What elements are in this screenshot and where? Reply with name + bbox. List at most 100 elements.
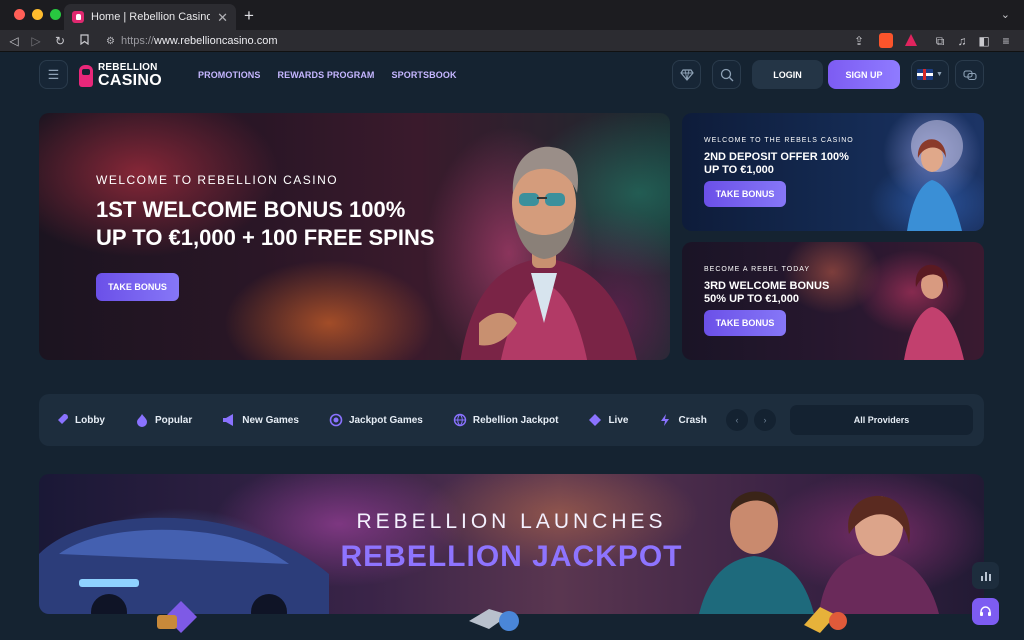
browser-tab-active[interactable]: Home | Rebellion Casino ✕ — [64, 4, 236, 30]
diamond-icon — [679, 68, 694, 81]
signup-button[interactable]: SIGN UP — [828, 60, 900, 89]
brave-shields-icon[interactable] — [879, 33, 893, 48]
promo-woman2-illustration — [904, 264, 964, 360]
promo1-take-bonus-button[interactable]: TAKE BONUS — [704, 181, 786, 207]
rocket-icon — [55, 413, 69, 427]
category-scroll-right-button[interactable]: › — [754, 409, 776, 431]
hero-title-line1: 1ST WELCOME BONUS 100% — [96, 197, 406, 222]
browser-toolbar: ◁ ▷ ↻ ⚙ https:// www.rebellioncasino.com… — [0, 30, 1024, 52]
media-icon[interactable]: ♫ — [954, 33, 970, 49]
rebellion-favicon-icon — [72, 11, 84, 23]
promo-banner-2nd-deposit[interactable]: WELCOME TO THE REBELS CASINO 2ND DEPOSIT… — [682, 113, 984, 231]
category-live[interactable]: Live — [588, 413, 628, 427]
silver-bars-icon — [469, 609, 519, 631]
url-protocol: https:// — [120, 35, 154, 47]
promo-woman-illustration — [907, 120, 963, 231]
reload-icon[interactable]: ↻ — [52, 33, 68, 49]
hamburger-menu-button[interactable]: ☰ — [39, 60, 68, 89]
logo-text-bottom: CASINO — [98, 72, 163, 89]
promo2-take-bonus-button[interactable]: TAKE BONUS — [704, 310, 786, 336]
hero-subtitle: WELCOME TO REBELLION CASINO — [96, 173, 339, 187]
hero-title-line2: UP TO €1,000 + 100 FREE SPINS — [96, 225, 435, 250]
browser-tabbar: Home | Rebellion Casino ✕ + ⌄ — [0, 0, 1024, 30]
rewards-diamond-button[interactable] — [672, 60, 701, 89]
uk-flag-icon — [917, 69, 934, 80]
menu-icon[interactable]: ≡ — [998, 33, 1014, 49]
zoom-window-button[interactable] — [50, 9, 61, 20]
diamond-icon — [588, 413, 602, 427]
address-bar[interactable]: ⚙ https:// www.rebellioncasino.com — [100, 32, 870, 50]
site-logo[interactable]: REBELLION CASINO — [79, 63, 162, 89]
all-providers-select[interactable]: All Providers — [790, 405, 973, 435]
game-category-bar: Lobby Popular New Games Jackpot Games Re… — [39, 394, 984, 446]
close-window-button[interactable] — [14, 9, 25, 20]
promo2-title-line2: 50% UP TO €1,000 — [704, 293, 799, 305]
new-tab-icon[interactable]: + — [244, 7, 254, 24]
promo1-title-line2: UP TO €1,000 — [704, 164, 774, 176]
nav-sportsbook[interactable]: SPORTSBOOK — [392, 70, 457, 80]
flame-icon — [135, 413, 149, 427]
fist-logo-icon — [79, 65, 93, 87]
category-label: Crash — [678, 414, 707, 426]
nav-rewards-program[interactable]: REWARDS PROGRAM — [278, 70, 375, 80]
category-rebellion-jackpot[interactable]: Rebellion Jackpot — [453, 413, 559, 427]
extensions-icon[interactable]: ⧉ — [932, 33, 948, 49]
search-icon — [720, 68, 733, 81]
category-label: Lobby — [75, 414, 105, 426]
hero-take-bonus-button[interactable]: TAKE BONUS — [96, 273, 179, 301]
casino-page: ☰ REBELLION CASINO PROMOTIONS REWARDS PR… — [0, 52, 1024, 640]
category-label: Live — [608, 414, 629, 426]
chat-bubbles-icon — [962, 69, 977, 80]
back-icon[interactable]: ◁ — [6, 33, 22, 49]
support-button[interactable] — [972, 598, 999, 625]
language-selector[interactable]: ▼ — [911, 60, 949, 89]
sidebar-icon[interactable]: ◧ — [976, 33, 992, 49]
category-label: Rebellion Jackpot — [472, 414, 559, 426]
promo-banner-3rd-welcome[interactable]: BECOME A REBEL TODAY 3RD WELCOME BONUS 5… — [682, 242, 984, 360]
stats-button[interactable] — [972, 562, 999, 589]
promo1-subtitle: WELCOME TO THE REBELS CASINO — [704, 137, 854, 144]
headset-icon — [980, 606, 991, 616]
hero-banner[interactable]: WELCOME TO REBELLION CASINO 1ST WELCOME … — [39, 113, 670, 360]
jackpot-banner[interactable]: REBELLION LAUNCHES REBELLION JACKPOT — [39, 474, 984, 614]
close-tab-icon[interactable]: ✕ — [217, 11, 228, 24]
chevron-left-icon: ‹ — [735, 415, 739, 425]
tab-list-chevron-icon[interactable]: ⌄ — [1001, 8, 1010, 21]
lightning-icon — [658, 413, 672, 427]
bookmark-icon[interactable] — [76, 33, 92, 49]
share-icon[interactable]: ⇪ — [851, 33, 867, 49]
category-lobby[interactable]: Lobby — [55, 413, 105, 427]
coin-icon — [329, 413, 343, 427]
bar-chart-icon — [980, 571, 991, 581]
chevron-right-icon: › — [763, 415, 767, 425]
gold-bars-icon — [804, 607, 847, 633]
window-controls — [14, 9, 61, 20]
tab-title: Home | Rebellion Casino — [91, 11, 211, 23]
promo2-title: 3RD WELCOME BONUS 50% UP TO €1,000 — [704, 280, 884, 306]
search-button[interactable] — [712, 60, 741, 89]
url-host: www.rebellioncasino.com — [154, 35, 278, 47]
category-list: Lobby Popular New Games Jackpot Games Re… — [55, 394, 727, 446]
site-settings-icon[interactable]: ⚙ — [106, 36, 115, 47]
category-popular[interactable]: Popular — [135, 413, 192, 427]
chat-button[interactable] — [955, 60, 984, 89]
login-button[interactable]: LOGIN — [752, 60, 823, 89]
treasure-gems-icon — [157, 601, 197, 633]
category-crash[interactable]: Crash — [658, 413, 707, 427]
category-new-games[interactable]: New Games — [222, 413, 299, 427]
promo1-title: 2ND DEPOSIT OFFER 100% UP TO €1,000 — [704, 151, 884, 177]
megaphone-icon — [222, 413, 236, 427]
brave-rewards-icon[interactable] — [904, 33, 918, 48]
nav-promotions[interactable]: PROMOTIONS — [198, 70, 261, 80]
promo2-subtitle: BECOME A REBEL TODAY — [704, 266, 811, 273]
main-nav: PROMOTIONS REWARDS PROGRAM SPORTSBOOK — [198, 70, 457, 80]
category-label: Popular — [155, 414, 193, 426]
hero-title: 1ST WELCOME BONUS 100% UP TO €1,000 + 10… — [96, 196, 516, 252]
jackpot-title: REBELLION JACKPOT — [340, 540, 683, 573]
forward-icon[interactable]: ▷ — [28, 33, 44, 49]
category-jackpot-games[interactable]: Jackpot Games — [329, 413, 423, 427]
category-label: Jackpot Games — [348, 414, 423, 426]
minimize-window-button[interactable] — [32, 9, 43, 20]
hamburger-icon: ☰ — [47, 66, 60, 82]
category-scroll-left-button[interactable]: ‹ — [726, 409, 748, 431]
